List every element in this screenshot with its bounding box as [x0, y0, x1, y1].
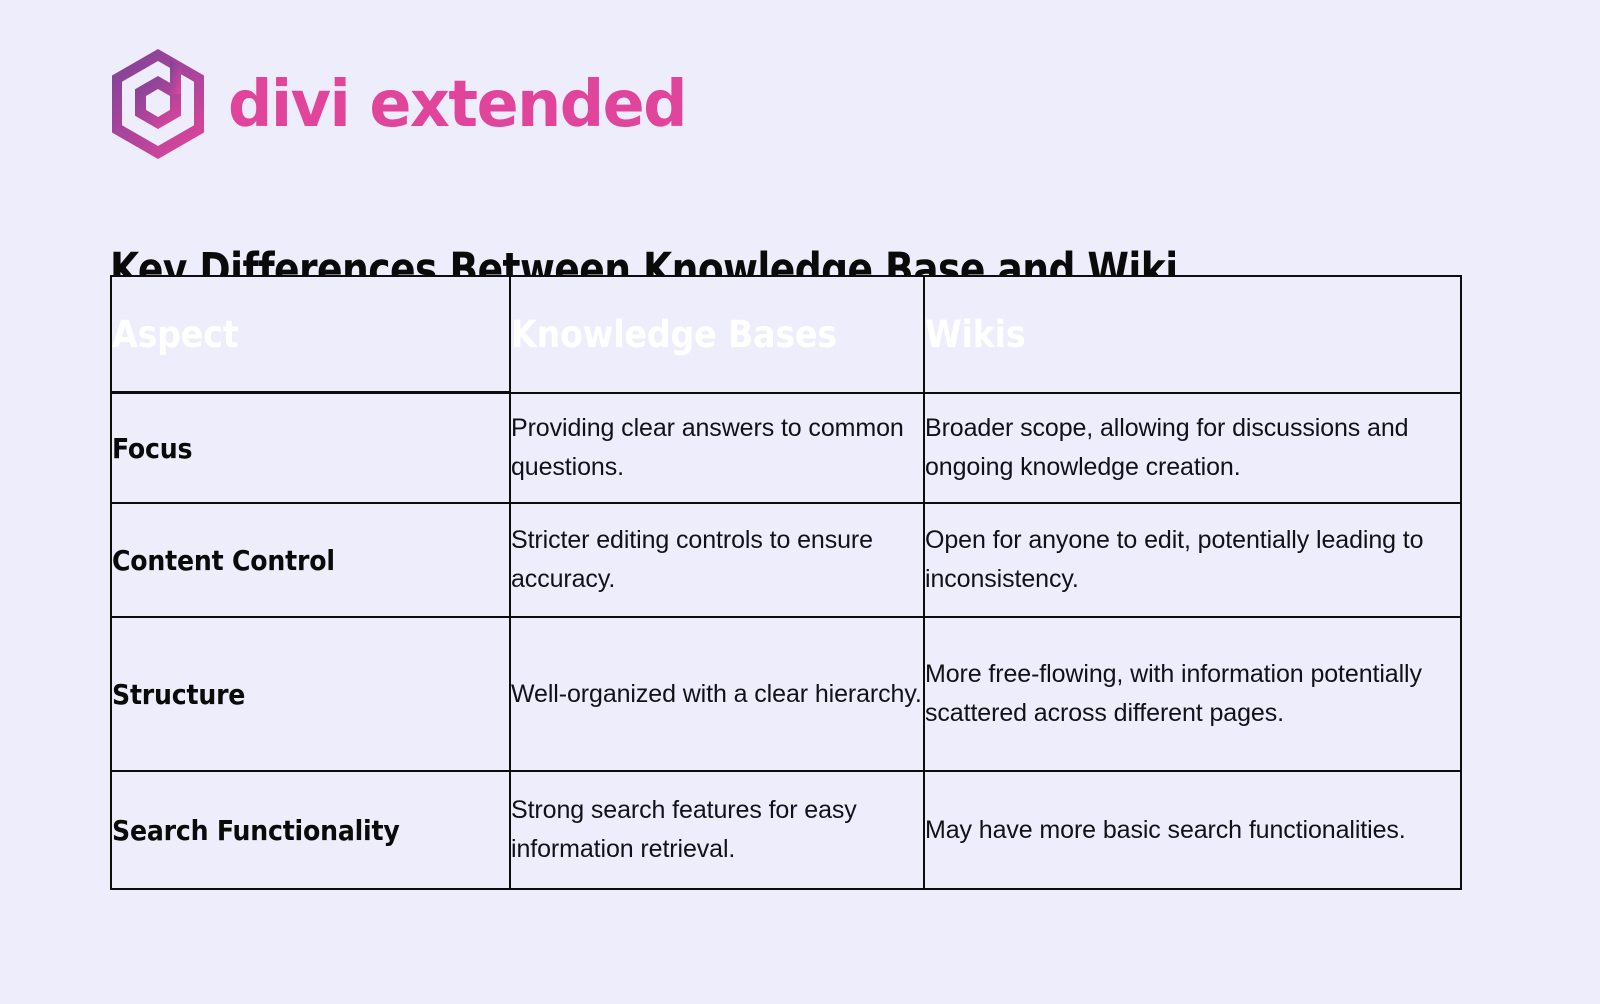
table-body: Focus Providing clear answers to common …	[110, 391, 1462, 890]
brand-logo[interactable]: divi extended	[110, 48, 688, 160]
cell-aspect: Search Functionality	[110, 770, 511, 890]
table-header-row: Aspect Knowledge Bases Wikis	[110, 275, 1462, 394]
column-header-knowledge-bases: Knowledge Bases	[509, 275, 925, 394]
cell-knowledge-base: Stricter editing controls to ensure accu…	[509, 502, 925, 618]
cell-aspect: Structure	[110, 616, 511, 772]
divi-hexagon-d-icon	[110, 48, 206, 160]
cell-wiki: More free-flowing, with information pote…	[923, 616, 1462, 772]
brand-wordmark: divi extended	[228, 65, 688, 142]
table-row: Structure Well-organized with a clear hi…	[110, 616, 1462, 772]
cell-wiki: Broader scope, allowing for discussions …	[923, 391, 1462, 504]
cell-aspect: Focus	[110, 391, 511, 504]
table-row: Search Functionality Strong search featu…	[110, 770, 1462, 890]
table-header: Aspect Knowledge Bases Wikis	[110, 275, 1462, 394]
page-root: divi extended Key Differences Between Kn…	[0, 0, 1600, 1004]
column-header-aspect: Aspect	[110, 275, 511, 394]
cell-aspect: Content Control	[110, 502, 511, 618]
comparison-table: Aspect Knowledge Bases Wikis Focus Provi…	[110, 275, 1462, 890]
cell-knowledge-base: Well-organized with a clear hierarchy.	[509, 616, 925, 772]
cell-knowledge-base: Strong search features for easy informat…	[509, 770, 925, 890]
column-header-wikis: Wikis	[923, 275, 1462, 394]
comparison-table-wrapper: Aspect Knowledge Bases Wikis Focus Provi…	[110, 275, 1462, 890]
cell-wiki: Open for anyone to edit, potentially lea…	[923, 502, 1462, 618]
cell-knowledge-base: Providing clear answers to common questi…	[509, 391, 925, 504]
table-row: Content Control Stricter editing control…	[110, 502, 1462, 618]
table-row: Focus Providing clear answers to common …	[110, 391, 1462, 504]
cell-wiki: May have more basic search functionaliti…	[923, 770, 1462, 890]
